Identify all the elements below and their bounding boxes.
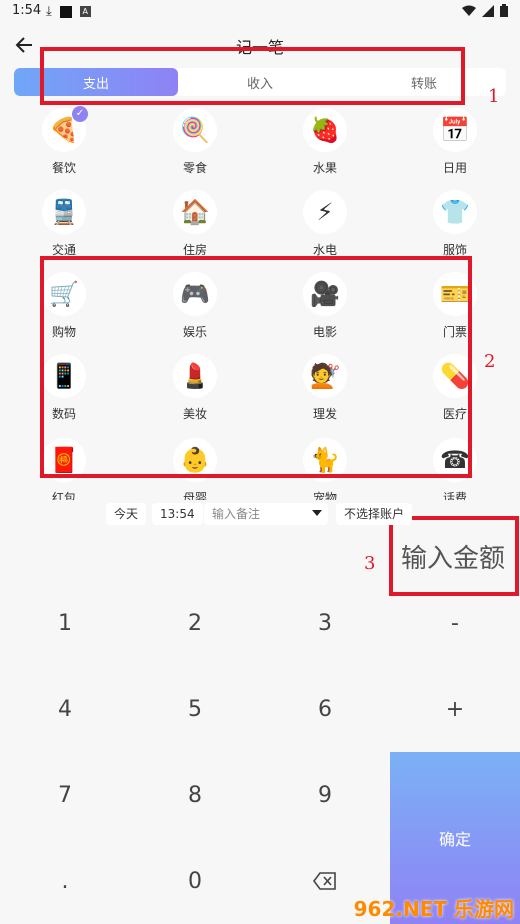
- strawberry-icon: 🍓: [303, 108, 347, 152]
- category-item-calendar[interactable]: 📅 日用: [420, 108, 490, 176]
- category-label: 母婴: [182, 491, 207, 500]
- key-7[interactable]: 7: [0, 752, 130, 838]
- status-time: 1:54: [12, 3, 42, 18]
- category-item-pizza[interactable]: 🍕 ✓ 餐饮: [29, 106, 99, 176]
- key-plus[interactable]: +: [390, 666, 520, 752]
- keypad: 1 2 3 - 4 5 6 + 7 8 9 . 0 确定: [0, 580, 520, 924]
- category-label: 零食: [182, 161, 207, 175]
- annotation-box-categories: [40, 256, 472, 478]
- key-0[interactable]: 0: [130, 838, 260, 924]
- key-9[interactable]: 9: [260, 752, 390, 838]
- category-item-strawberry[interactable]: 🍓 水果: [290, 108, 360, 176]
- key-3[interactable]: 3: [260, 580, 390, 666]
- category-item-lightning[interactable]: ⚡ 水电: [290, 190, 360, 258]
- wifi-icon: [462, 5, 476, 16]
- key-6[interactable]: 6: [260, 666, 390, 752]
- category-label: 红包: [51, 491, 76, 500]
- status-bar: 1:54 ⤓ A: [0, 0, 520, 24]
- note-field[interactable]: [204, 503, 328, 525]
- house-icon: 🏠: [173, 190, 217, 234]
- annotation-label-1: 1: [488, 86, 500, 107]
- category-label: 宠物: [312, 491, 337, 500]
- key-8[interactable]: 8: [130, 752, 260, 838]
- battery-icon: [500, 4, 508, 17]
- key-minus[interactable]: -: [390, 580, 520, 666]
- lollipop-icon: 🍭: [173, 108, 217, 152]
- category-item-house[interactable]: 🏠 住房: [160, 190, 230, 258]
- checkmark-icon: ✓: [72, 106, 88, 122]
- square-notification-icon: [59, 5, 72, 18]
- key-4[interactable]: 4: [0, 666, 130, 752]
- download-icon: ⤓: [46, 4, 52, 19]
- category-label: 话费: [442, 491, 467, 500]
- tshirt-icon: 👕: [433, 190, 477, 234]
- calendar-icon: 📅: [433, 108, 477, 152]
- key-5[interactable]: 5: [130, 666, 260, 752]
- key-2[interactable]: 2: [130, 580, 260, 666]
- train-icon: 🚆: [42, 190, 86, 234]
- annotation-label-3: 3: [364, 553, 376, 574]
- annotation-box-tabs: [40, 47, 465, 105]
- category-label: 水果: [312, 161, 337, 175]
- pizza-icon: 🍕 ✓: [42, 106, 88, 152]
- time-chip[interactable]: 13:54: [152, 503, 203, 525]
- annotation-label-2: 2: [484, 351, 496, 372]
- key-1[interactable]: 1: [0, 580, 130, 666]
- key-dot[interactable]: .: [0, 838, 130, 924]
- category-label: 餐饮: [51, 161, 76, 175]
- dropdown-arrow-icon[interactable]: [312, 510, 322, 516]
- app-notification-icon: A: [79, 6, 91, 17]
- signal-icon: [482, 4, 494, 17]
- watermark: 962.NET 乐游网: [353, 897, 514, 921]
- category-item-train[interactable]: 🚆 交通: [29, 190, 99, 258]
- lightning-icon: ⚡: [303, 190, 347, 234]
- category-item-lollipop[interactable]: 🍭 零食: [160, 108, 230, 176]
- category-item-tshirt[interactable]: 👕 服饰: [420, 190, 490, 258]
- backspace-icon: [313, 872, 336, 890]
- category-label: 日用: [442, 161, 467, 175]
- date-chip[interactable]: 今天: [106, 503, 147, 525]
- note-input[interactable]: [204, 503, 306, 525]
